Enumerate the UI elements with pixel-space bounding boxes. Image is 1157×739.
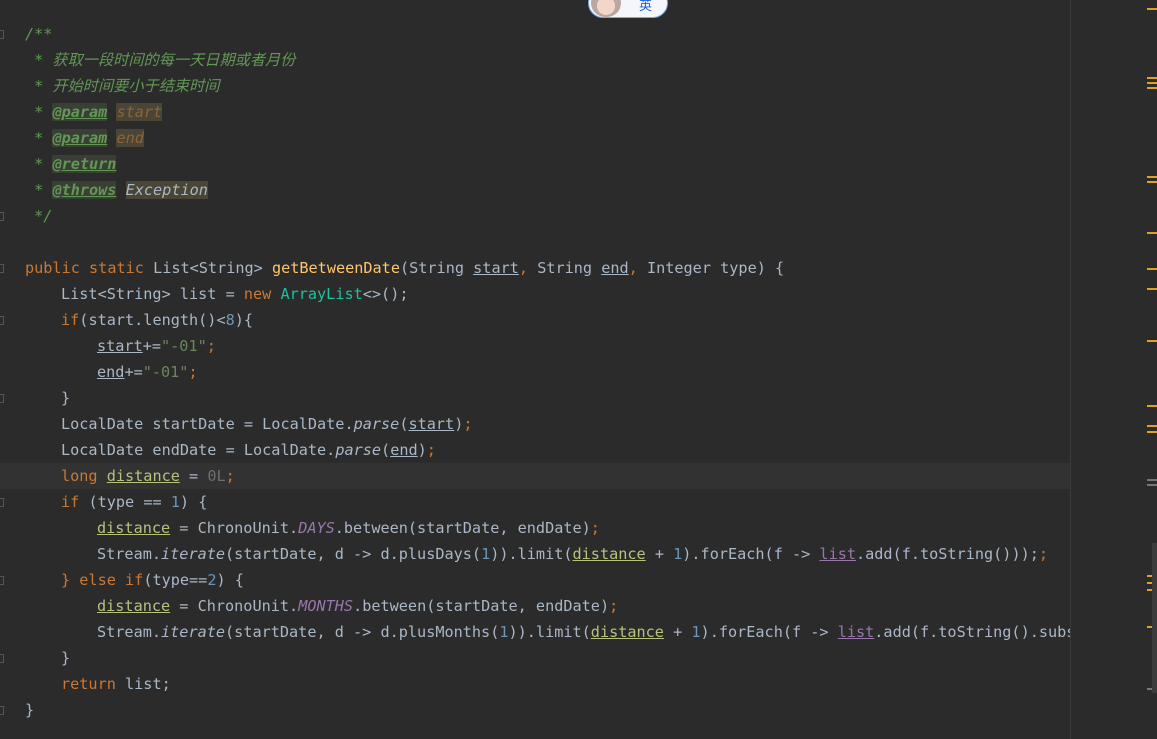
ime-indicator[interactable]: 英	[588, 0, 668, 18]
code-line: * @return	[25, 155, 117, 173]
info-marker[interactable]	[1147, 484, 1157, 486]
fold-marker-icon[interactable]	[0, 30, 4, 39]
code-line: Stream.iterate(startDate, d -> d.plusMon…	[97, 623, 1070, 641]
warning-marker[interactable]	[1147, 82, 1157, 84]
code-line: LocalDate startDate = LocalDate.parse(st…	[61, 415, 473, 433]
code-line: distance = ChronoUnit.MONTHS.between(sta…	[97, 597, 619, 615]
warning-marker[interactable]	[1147, 176, 1157, 178]
fold-marker-icon[interactable]	[0, 498, 4, 507]
code-line: * @param start	[25, 103, 163, 121]
warning-marker[interactable]	[1147, 268, 1157, 270]
user-avatar-icon	[591, 0, 621, 17]
vertical-scrollbar-thumb[interactable]	[1152, 543, 1157, 693]
code-line: } else if(type==2) {	[61, 571, 244, 589]
code-line: Stream.iterate(startDate, d -> d.plusDay…	[97, 545, 1049, 563]
fold-marker-icon[interactable]	[0, 264, 4, 273]
code-line: return list;	[61, 675, 171, 693]
code-line: }	[25, 701, 35, 719]
fold-marker-icon[interactable]	[0, 394, 4, 403]
warning-marker[interactable]	[1147, 340, 1157, 342]
code-line: LocalDate endDate = LocalDate.parse(end)…	[61, 441, 436, 459]
fold-marker-icon[interactable]	[0, 316, 4, 325]
code-line: List<String> list = new ArrayList<>();	[61, 285, 409, 303]
warning-marker[interactable]	[1147, 431, 1157, 433]
code-line: if(start.length()<8){	[61, 311, 254, 329]
code-editor[interactable]: /** * 获取一段时间的每一天日期或者月份 * 开始时间要小于结束时间 * @…	[0, 0, 1070, 739]
code-line: }	[61, 389, 71, 407]
error-stripe-panel[interactable]	[1070, 0, 1157, 739]
ime-language-label: 英	[639, 0, 653, 14]
warning-marker[interactable]	[1147, 77, 1157, 79]
code-line: distance = ChronoUnit.DAYS.between(start…	[97, 519, 600, 537]
code-line: end+="-01";	[97, 363, 198, 381]
warning-marker[interactable]	[1147, 405, 1157, 407]
code-line: * @param end	[25, 129, 144, 147]
warning-marker[interactable]	[1147, 8, 1157, 10]
code-line: }	[61, 649, 71, 667]
code-line: public static List<String> getBetweenDat…	[25, 259, 785, 277]
code-line: /**	[25, 25, 53, 43]
code-line: */	[25, 207, 53, 225]
code-line: * @throws Exception	[25, 181, 208, 199]
code-line: * 获取一段时间的每一天日期或者月份	[25, 51, 296, 69]
warning-marker[interactable]	[1147, 181, 1157, 183]
fold-marker-icon[interactable]	[0, 576, 4, 585]
code-line: long distance = 0L;	[61, 467, 235, 485]
fold-marker-icon[interactable]	[0, 706, 4, 715]
fold-marker-icon[interactable]	[0, 654, 4, 663]
warning-marker[interactable]	[1147, 425, 1157, 427]
fold-marker-icon[interactable]	[0, 212, 4, 221]
info-marker[interactable]	[1147, 479, 1157, 481]
code-line: start+="-01";	[97, 337, 216, 355]
warning-marker[interactable]	[1147, 232, 1157, 234]
warning-marker[interactable]	[1147, 87, 1157, 89]
warning-marker[interactable]	[1147, 288, 1157, 290]
code-line: if (type == 1) {	[61, 493, 208, 511]
code-line: * 开始时间要小于结束时间	[25, 77, 220, 95]
